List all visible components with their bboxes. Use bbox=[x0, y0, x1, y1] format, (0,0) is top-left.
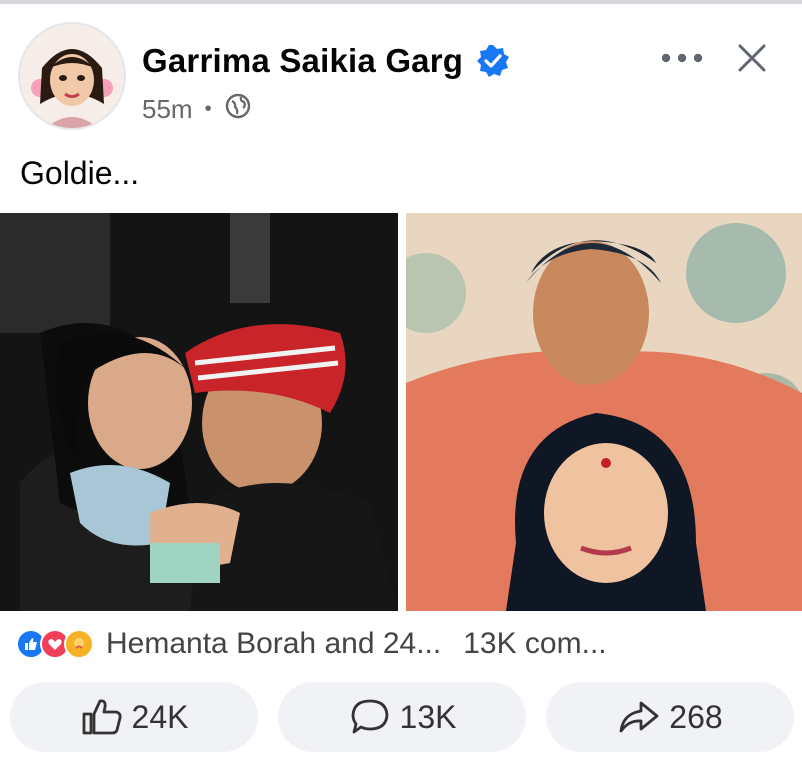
more-options-icon[interactable] bbox=[652, 38, 712, 78]
post-time[interactable]: 55m bbox=[142, 94, 193, 125]
photo-1-image bbox=[0, 213, 398, 611]
reaction-icons bbox=[16, 629, 94, 659]
photo-grid bbox=[0, 213, 802, 611]
post-text: Goldie... bbox=[20, 155, 140, 191]
care-icon bbox=[64, 629, 94, 659]
post-photo-1[interactable] bbox=[0, 213, 398, 611]
share-icon bbox=[619, 701, 659, 733]
post-meta: 55m • bbox=[142, 92, 252, 127]
comment-count: 13K bbox=[399, 698, 457, 735]
share-count: 268 bbox=[669, 698, 723, 735]
verified-badge-icon bbox=[475, 43, 511, 79]
comment-button[interactable]: 13K bbox=[278, 682, 526, 752]
post-photo-2[interactable] bbox=[406, 213, 802, 611]
thumbs-up-icon bbox=[82, 699, 122, 735]
top-divider bbox=[0, 0, 802, 4]
like-count: 24K bbox=[131, 698, 189, 735]
photo-2-image bbox=[406, 213, 802, 611]
comments-count-link[interactable]: 13K com... bbox=[463, 627, 606, 661]
post-header: Garrima Saikia Garg 55m • bbox=[18, 22, 784, 130]
author-line: Garrima Saikia Garg bbox=[142, 42, 511, 80]
globe-icon[interactable] bbox=[224, 92, 252, 127]
meta-separator: • bbox=[204, 98, 212, 120]
comment-icon bbox=[351, 699, 388, 734]
close-icon[interactable] bbox=[730, 36, 774, 80]
share-button[interactable]: 268 bbox=[546, 682, 794, 752]
reactions-summary[interactable]: Hemanta Borah and 24... 13K com... bbox=[16, 622, 786, 666]
avatar-illustration bbox=[20, 24, 124, 128]
action-bar: 24K 13K 268 bbox=[10, 682, 794, 752]
like-button[interactable]: 24K bbox=[10, 682, 258, 752]
reaction-names[interactable]: Hemanta Borah and 24... bbox=[106, 627, 441, 661]
author-name[interactable]: Garrima Saikia Garg bbox=[142, 42, 463, 80]
author-avatar[interactable] bbox=[18, 22, 126, 130]
